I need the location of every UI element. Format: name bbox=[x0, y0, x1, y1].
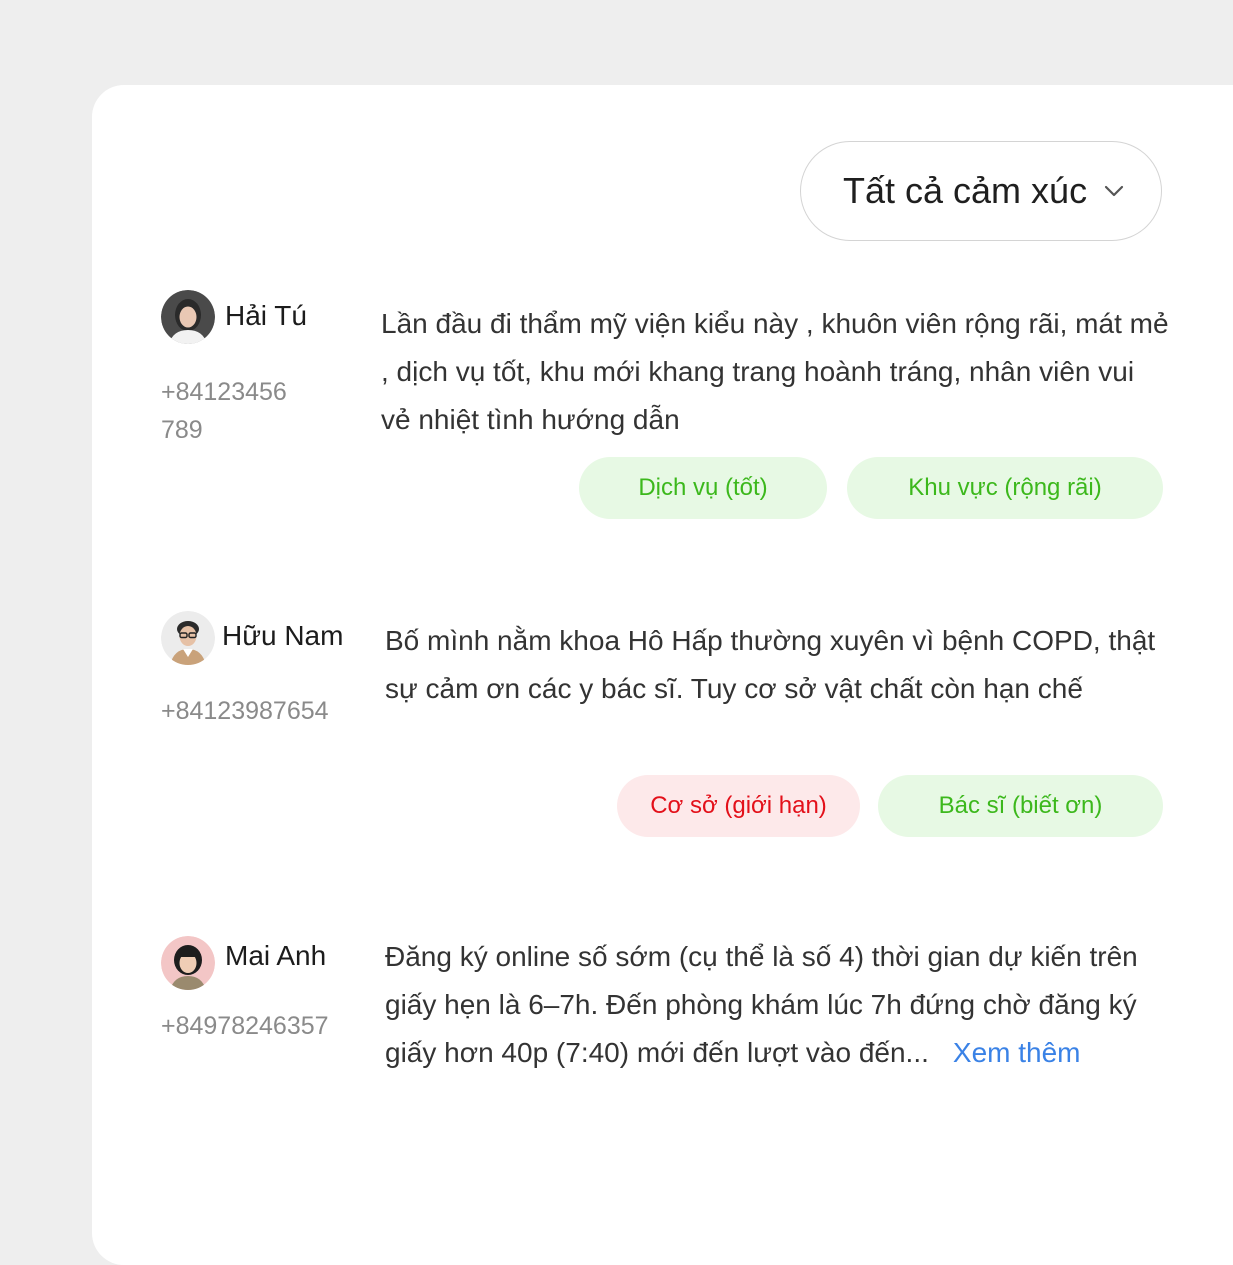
avatar bbox=[161, 611, 215, 665]
see-more-link[interactable]: Xem thêm bbox=[953, 1037, 1081, 1068]
reviewer-name: Hải Tú bbox=[225, 300, 307, 331]
review-text: Bố mình nằm khoa Hô Hấp thường xuyên vì … bbox=[385, 625, 1156, 704]
reviewer-name: Mai Anh bbox=[225, 940, 327, 971]
avatar-photo-icon bbox=[161, 936, 215, 990]
sentiment-tag[interactable]: Khu vực (rộng rãi) bbox=[847, 457, 1163, 519]
avatar bbox=[161, 290, 215, 344]
chevron-down-icon bbox=[1104, 185, 1124, 197]
reviewer-phone: +84123987654 bbox=[161, 697, 329, 725]
sentiment-tag[interactable]: Bác sĩ (biết ơn) bbox=[878, 775, 1163, 837]
sentiment-filter-label: Tất cả cảm xúc bbox=[843, 170, 1088, 211]
avatar-photo-icon bbox=[161, 290, 215, 344]
avatar bbox=[161, 936, 215, 990]
reviewer-phone: +84123456 789 bbox=[161, 373, 287, 449]
sentiment-filter-dropdown[interactable]: Tất cả cảm xúc bbox=[800, 141, 1162, 241]
review-text: Lần đầu đi thẩm mỹ viện kiểu này , khuôn… bbox=[381, 308, 1169, 435]
reviewer-phone: +84978246357 bbox=[161, 1012, 329, 1040]
sentiment-tag[interactable]: Dịch vụ (tốt) bbox=[579, 457, 827, 519]
reviewer-name: Hữu Nam bbox=[222, 620, 344, 651]
sentiment-tag[interactable]: Cơ sở (giới hạn) bbox=[617, 775, 860, 837]
avatar-photo-icon bbox=[161, 611, 215, 665]
review-text: Đăng ký online số sớm (cụ thể là số 4) t… bbox=[385, 933, 1175, 1077]
reviewer-phone-line: 789 bbox=[161, 416, 203, 444]
reviewer-phone-line: +84123456 bbox=[161, 378, 287, 406]
